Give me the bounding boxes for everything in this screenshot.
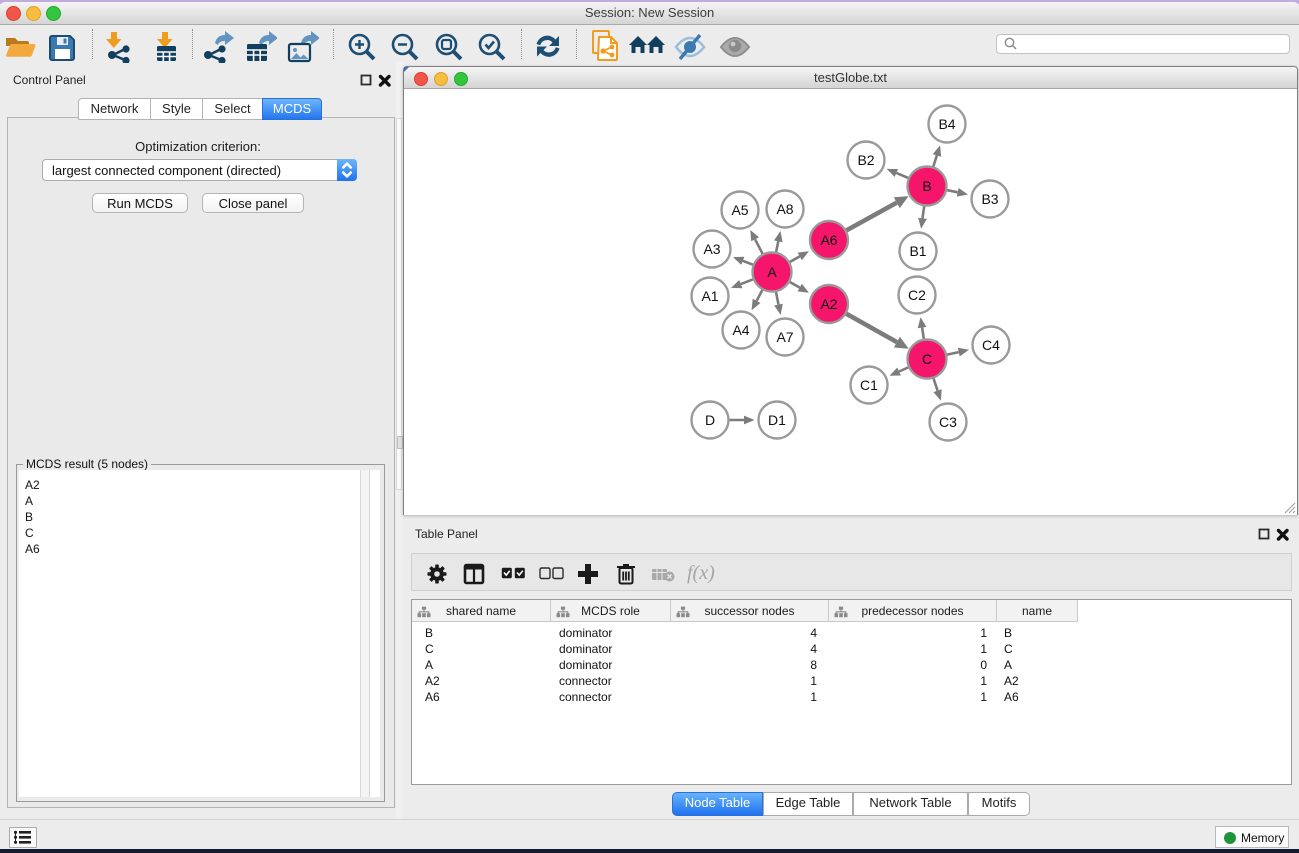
svg-text:D1: D1 bbox=[768, 412, 786, 428]
svg-text:A2: A2 bbox=[820, 296, 837, 312]
svg-text:A3: A3 bbox=[703, 241, 720, 257]
svg-text:D: D bbox=[705, 412, 715, 428]
svg-text:B: B bbox=[922, 178, 931, 194]
svg-text:C4: C4 bbox=[982, 337, 1000, 353]
svg-text:C1: C1 bbox=[860, 377, 878, 393]
svg-text:A5: A5 bbox=[731, 202, 748, 218]
svg-text:B1: B1 bbox=[909, 243, 926, 259]
svg-text:A: A bbox=[767, 264, 777, 280]
svg-text:B3: B3 bbox=[981, 191, 998, 207]
svg-text:A6: A6 bbox=[820, 232, 837, 248]
svg-text:B4: B4 bbox=[938, 116, 955, 132]
svg-text:C2: C2 bbox=[908, 287, 926, 303]
svg-text:A8: A8 bbox=[776, 201, 793, 217]
svg-text:C3: C3 bbox=[939, 414, 957, 430]
svg-text:B2: B2 bbox=[857, 152, 874, 168]
svg-text:A7: A7 bbox=[776, 329, 793, 345]
svg-text:A4: A4 bbox=[732, 322, 749, 338]
svg-text:A1: A1 bbox=[701, 288, 718, 304]
svg-text:C: C bbox=[922, 351, 932, 367]
